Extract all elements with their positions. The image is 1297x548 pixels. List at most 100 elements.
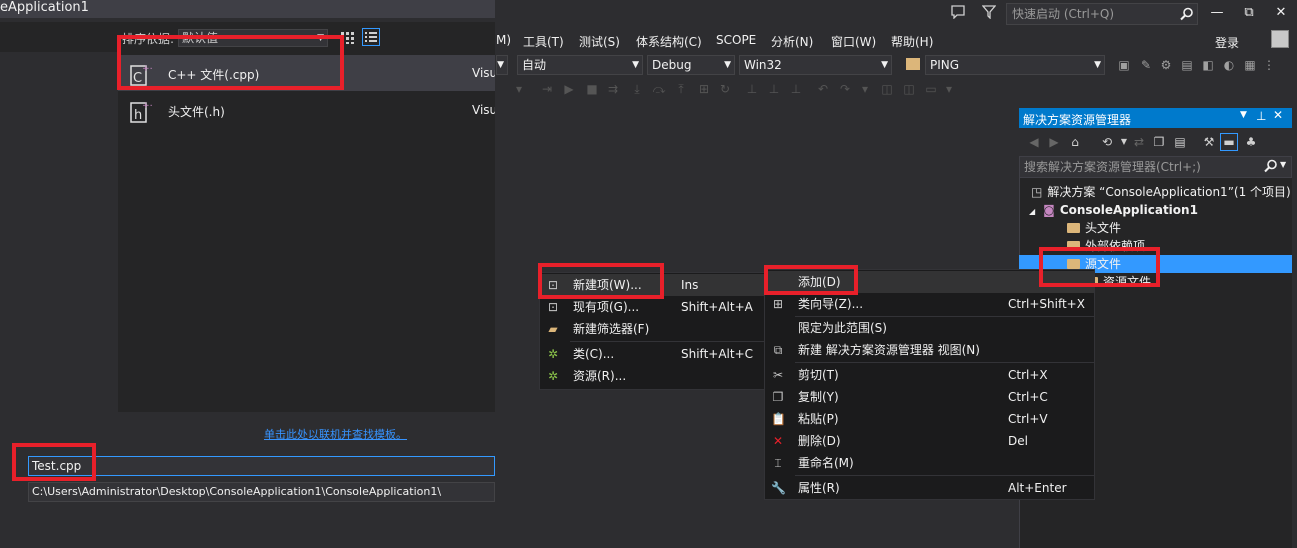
toolbar-icon[interactable]: ▣ (1117, 58, 1131, 72)
menu-item-delete[interactable]: ✕ 删除(D) Del (765, 430, 1094, 452)
chevron-down-icon[interactable]: ▼ (1117, 135, 1131, 149)
menu-item-shortcut: Ctrl+Shift+X (1008, 297, 1085, 311)
class-view-icon[interactable]: ♣ (1244, 135, 1258, 149)
toolbar-icon[interactable]: ⚙ (1159, 58, 1173, 72)
toolbar-icon[interactable]: ⊥ (745, 82, 759, 96)
step-out-icon[interactable]: ⤒ (674, 82, 688, 96)
back-icon[interactable]: ◀ (1027, 135, 1041, 149)
toolbar-icon[interactable]: ⊞ (697, 82, 711, 96)
menu-item-label: 新建筛选器(F) (573, 322, 650, 336)
combo-value: Debug (652, 58, 692, 72)
resource-icon: ✲ (547, 369, 559, 383)
tree-item-header-files[interactable]: 头文件 (1067, 219, 1121, 237)
platform-combo[interactable]: Win32 ▼ (739, 55, 892, 75)
forward-icon[interactable]: ▶ (1047, 135, 1061, 149)
menu-separator (795, 362, 1094, 363)
quick-launch-input[interactable]: 快速启动 (Ctrl+Q) (1006, 3, 1198, 25)
menu-item-new-view[interactable]: ⧉ 新建 解决方案资源管理器 视图(N) (765, 339, 1094, 361)
start-icon[interactable]: ▶ (562, 82, 576, 96)
toolbar-icon[interactable]: ◫ (902, 82, 916, 96)
menu-item-resource[interactable]: ✲ 资源(R)... (540, 365, 764, 387)
menu-item-new-filter[interactable]: ▰ 新建筛选器(F) (540, 318, 764, 340)
list-view-icon[interactable] (362, 28, 380, 46)
svg-text:++: ++ (142, 101, 152, 111)
step-icon[interactable]: ⇉ (606, 82, 620, 96)
menu-analyze[interactable]: 分析(N) (771, 33, 813, 50)
sync-icon[interactable]: ⇄ (1132, 135, 1146, 149)
toolbar-icon[interactable]: ◐ (1222, 58, 1236, 72)
redo-icon[interactable]: ↷ (838, 82, 852, 96)
menu-item-class-wizard[interactable]: ⊞ 类向导(Z)... Ctrl+Shift+X (765, 293, 1094, 315)
notification-icon[interactable] (951, 5, 965, 20)
context-menu: 添加(D) ⊞ 类向导(Z)... Ctrl+Shift+X 限定为此范围(S) ⧉… (764, 269, 1095, 500)
step-into-icon[interactable]: ⤓ (630, 82, 644, 96)
toolbar-icon[interactable]: ▭ (924, 82, 938, 96)
toolbar-icon[interactable]: ◫ (880, 82, 894, 96)
annotation-box-add (764, 265, 858, 295)
preview-icon[interactable]: ▬ (1220, 133, 1238, 151)
restore-button[interactable]: ⧉ (1238, 4, 1260, 22)
menu-item-shortcut: Del (1008, 434, 1028, 448)
attach-icon[interactable]: ⇥ (540, 82, 554, 96)
collapse-icon[interactable]: ❐ (1152, 135, 1166, 149)
properties-wrench-icon[interactable]: ⚒ (1202, 135, 1216, 149)
menu-item-existing-item[interactable]: ⊡ 现有项(G)... Shift+Alt+A (540, 296, 764, 318)
avatar[interactable] (1271, 30, 1289, 48)
menu-item-label: 限定为此范围(S) (798, 321, 887, 335)
menu-item-shortcut: Alt+Enter (1008, 481, 1067, 495)
toolbar-icon[interactable]: ⊥ (767, 82, 781, 96)
undo-icon[interactable]: ↶ (816, 82, 830, 96)
tree-item-solution[interactable]: ◳ 解决方案 “ConsoleApplication1”(1 个项目) (1031, 183, 1291, 201)
menu-architecture[interactable]: 体系结构(C) (636, 33, 702, 50)
startup-project-combo[interactable]: PING ▼ (925, 55, 1105, 75)
menu-partial[interactable]: M) (496, 33, 511, 47)
menu-item-label: 粘贴(P) (798, 412, 839, 426)
menu-item-class[interactable]: ✲ 类(C)... Shift+Alt+C (540, 343, 764, 365)
solution-explorer-title: 解决方案资源管理器 (1023, 113, 1132, 127)
sign-in-link[interactable]: 登录 (1215, 34, 1239, 51)
refresh-icon[interactable]: ↻ (718, 82, 732, 96)
menu-scope[interactable]: SCOPE (716, 33, 756, 47)
solution-explorer-search[interactable]: 搜索解决方案资源管理器(Ctrl+;) (1019, 156, 1292, 178)
filter-icon[interactable] (981, 5, 997, 20)
pin-icon[interactable]: ⊥ (1256, 109, 1266, 123)
tree-item-project[interactable]: ◢ ◙ ConsoleApplication1 (1029, 201, 1198, 219)
solution-config-combo[interactable]: 自动 ▼ (517, 55, 643, 75)
location-input[interactable]: C:\Users\Administrator\Desktop\ConsoleAp… (28, 482, 495, 502)
menu-tools[interactable]: 工具(T) (523, 33, 564, 50)
search-icon[interactable] (1264, 159, 1278, 176)
menu-item-paste[interactable]: 📋 粘贴(P) Ctrl+V (765, 408, 1094, 430)
menu-item-cut[interactable]: ✂ 剪切(T) Ctrl+X (765, 364, 1094, 386)
build-config-combo[interactable]: Debug ▼ (647, 55, 735, 75)
online-templates-link[interactable]: 单击此处以联机并查找模板。 (264, 426, 407, 442)
menu-item-properties[interactable]: 🔧 属性(R) Alt+Enter (765, 477, 1094, 499)
menu-test[interactable]: 测试(S) (579, 33, 620, 50)
show-all-icon[interactable]: ▤ (1173, 135, 1187, 149)
toolbar-icon[interactable]: ◧ (1201, 58, 1215, 72)
file-name-input[interactable]: Test.cpp (28, 456, 495, 476)
menu-item-copy[interactable]: ❐ 复制(Y) Ctrl+C (765, 386, 1094, 408)
toolbar-icon[interactable]: ▾ (858, 82, 872, 96)
toolbar-icon[interactable]: ⊥ (789, 82, 803, 96)
chevron-down-icon[interactable]: ▼ (1280, 160, 1286, 169)
close-icon[interactable]: ✕ (1273, 108, 1283, 122)
template-item-header[interactable]: h++ 头文件(.h) Visu (118, 92, 497, 128)
toolbar-icon[interactable]: ▤ (1180, 58, 1194, 72)
toolbar-icon[interactable]: ▦ (1243, 58, 1257, 72)
toolbar-icon[interactable]: ✎ (1139, 58, 1153, 72)
template-name: 头文件(.h) (168, 105, 225, 119)
step-over-icon[interactable]: ⤼ (652, 82, 666, 96)
toolbar-icon[interactable]: ▾ (942, 82, 956, 96)
home-icon[interactable]: ⌂ (1068, 135, 1082, 149)
menu-window[interactable]: 窗口(W) (831, 33, 876, 50)
minimize-button[interactable]: — (1206, 4, 1228, 22)
search-icon[interactable] (1180, 7, 1194, 21)
toolbar-icon[interactable]: ⋮ (1262, 58, 1276, 72)
history-icon[interactable]: ⟲ (1100, 135, 1114, 149)
dropdown-icon[interactable]: ▼ (1240, 110, 1247, 120)
menu-item-rename[interactable]: ⌶ 重命名(M) (765, 452, 1094, 474)
close-button[interactable]: ✕ (1270, 4, 1292, 22)
menu-help[interactable]: 帮助(H) (891, 33, 933, 50)
menu-item-scope[interactable]: 限定为此范围(S) (765, 317, 1094, 339)
stop-icon[interactable]: ■ (585, 82, 599, 96)
